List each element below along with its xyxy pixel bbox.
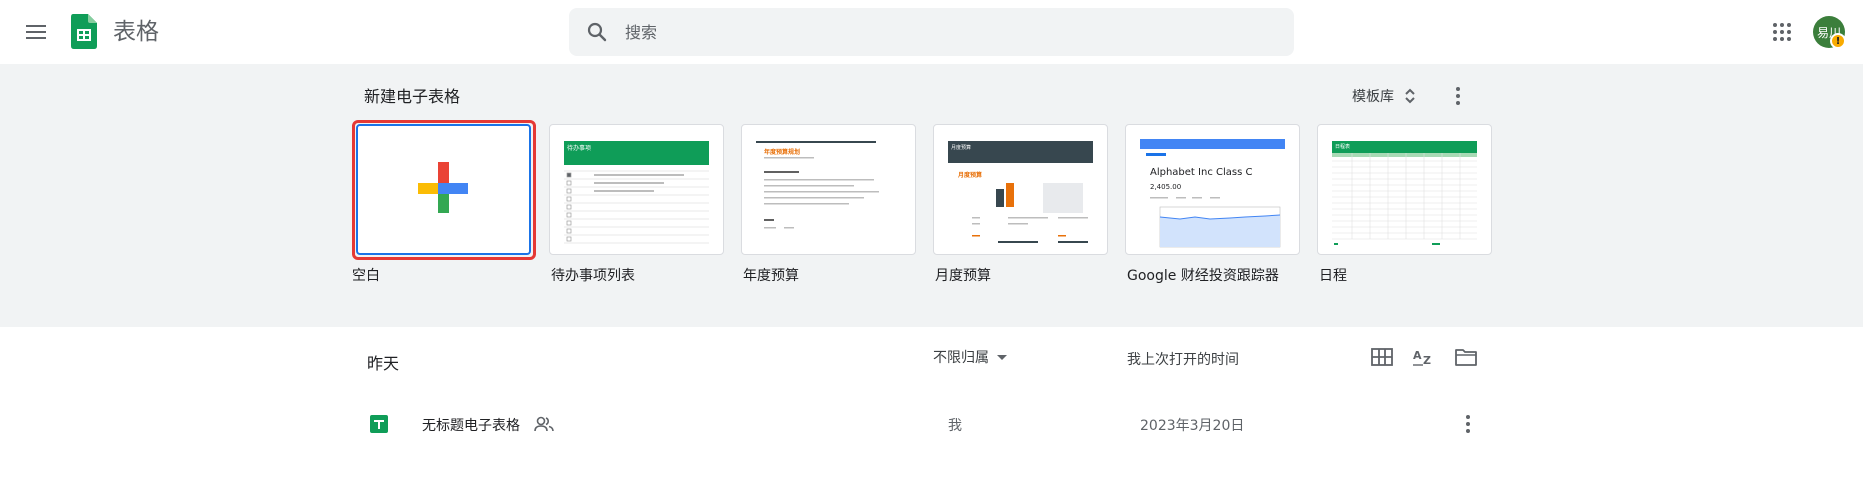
budget-top-rule [756, 141, 876, 143]
file-last-opened-date: 2023年3月20日 [1140, 418, 1245, 434]
schedule-header-bar: 日程表 [1332, 141, 1477, 153]
template-thumbnail: 待办事项 [549, 124, 724, 255]
template-thumbnail: 日程表 [1317, 124, 1492, 255]
apps-grid-icon[interactable] [1766, 16, 1798, 48]
svg-text:A: A [1413, 349, 1422, 362]
template-monthly-budget[interactable]: 月度预算 月度预算 月度预算 [933, 124, 1108, 285]
todo-header-bar: 待办事项 [564, 141, 709, 165]
sort-by-last-opened[interactable]: 我上次打开的时间 [1127, 349, 1239, 369]
monthly-preview-title: 月度预算 [951, 145, 972, 151]
owner-filter-label: 不限归属 [933, 350, 989, 366]
template-label: 空白 [352, 268, 380, 284]
finance-preview-title: Alphabet Inc Class C [1150, 167, 1253, 178]
template-gallery: 新建电子表格 模板库 空白 待办事项 待办事项列表 年度预算规划 年度预算 月度… [0, 64, 1863, 327]
folder-icon [1455, 349, 1477, 366]
grid-view-icon [1371, 348, 1393, 366]
recent-period-heading: 昨天 [367, 354, 400, 373]
template-thumbnail [356, 124, 531, 255]
app-header: 表格 易川 ! [0, 0, 1863, 64]
monthly-chart-preview [972, 183, 1088, 243]
svg-text:Z: Z [1423, 354, 1431, 367]
grid-view-button[interactable] [1368, 343, 1396, 371]
annual-preview-title: 年度预算规划 [764, 149, 801, 156]
template-schedule[interactable]: 日程表 日程 [1317, 124, 1492, 285]
sheets-file-icon [370, 415, 388, 433]
template-label: 月度预算 [935, 268, 991, 284]
file-owner: 我 [948, 418, 962, 434]
menu-line [26, 37, 46, 39]
monthly-header-bar: 月度预算 [948, 141, 1093, 163]
monthly-preview-subtitle: 月度预算 [958, 172, 983, 179]
dot [1456, 94, 1460, 98]
section-title: 新建电子表格 [364, 87, 461, 106]
dot [1466, 429, 1470, 433]
template-blank[interactable]: 空白 [352, 124, 531, 285]
template-annual-budget[interactable]: 年度预算规划 年度预算 [741, 124, 916, 285]
schedule-preview-title: 日程表 [1335, 144, 1351, 150]
main-menu-button[interactable] [20, 16, 52, 48]
more-vert-icon [1456, 87, 1460, 91]
unfold-icon [1405, 88, 1415, 104]
menu-line [26, 25, 46, 27]
owner-filter-dropdown[interactable]: 不限归属 [933, 347, 1007, 367]
account-alert-badge: ! [1830, 33, 1846, 49]
annual-text-preview [764, 157, 879, 229]
finance-preview-price: 2,405.00 [1150, 183, 1182, 191]
file-more-actions-button[interactable] [1454, 410, 1482, 438]
template-label: 日程 [1319, 268, 1347, 284]
template-finance-tracker[interactable]: Alphabet Inc Class C 2,405.00 Google 财经投… [1125, 124, 1300, 285]
search-input[interactable] [625, 8, 1265, 56]
sort-az-icon: A Z [1413, 349, 1431, 367]
template-thumbnail: 月度预算 月度预算 [933, 124, 1108, 255]
todo-rows-preview [564, 170, 709, 244]
sort-button[interactable]: A Z [1410, 343, 1438, 371]
sheets-logo-icon[interactable] [71, 14, 97, 49]
template-thumbnail: 年度预算规划 [741, 124, 916, 255]
plus-icon [418, 162, 468, 213]
app-name[interactable]: 表格 [113, 17, 159, 47]
finance-header-bar [1140, 139, 1285, 149]
dot [1466, 422, 1470, 426]
template-todo-list[interactable]: 待办事项 待办事项列表 [549, 124, 724, 285]
finance-logo-mark [1146, 153, 1166, 156]
template-gallery-button[interactable]: 模板库 [1344, 78, 1424, 114]
dropdown-arrow-icon [997, 354, 1007, 360]
template-thumbnail: Alphabet Inc Class C 2,405.00 [1125, 124, 1300, 255]
file-name: 无标题电子表格 [422, 418, 520, 434]
todo-preview-title: 待办事项 [567, 145, 592, 152]
file-row[interactable]: 无标题电子表格 我 2023年3月20日 [360, 404, 1482, 444]
template-label: Google 财经投资跟踪器 [1127, 268, 1279, 284]
menu-line [26, 31, 46, 33]
more-vert-icon [1466, 415, 1470, 419]
open-file-picker-button[interactable] [1452, 343, 1480, 371]
template-gallery-label: 模板库 [1352, 89, 1394, 105]
templates-more-button[interactable] [1440, 78, 1476, 114]
shared-people-icon [534, 416, 554, 432]
finance-chart-preview [1150, 197, 1281, 248]
schedule-grid-preview [1332, 153, 1477, 245]
search-icon[interactable] [585, 20, 609, 44]
search-box[interactable] [569, 8, 1294, 56]
dot [1456, 101, 1460, 105]
template-label: 待办事项列表 [551, 268, 635, 284]
template-label: 年度预算 [743, 268, 799, 284]
